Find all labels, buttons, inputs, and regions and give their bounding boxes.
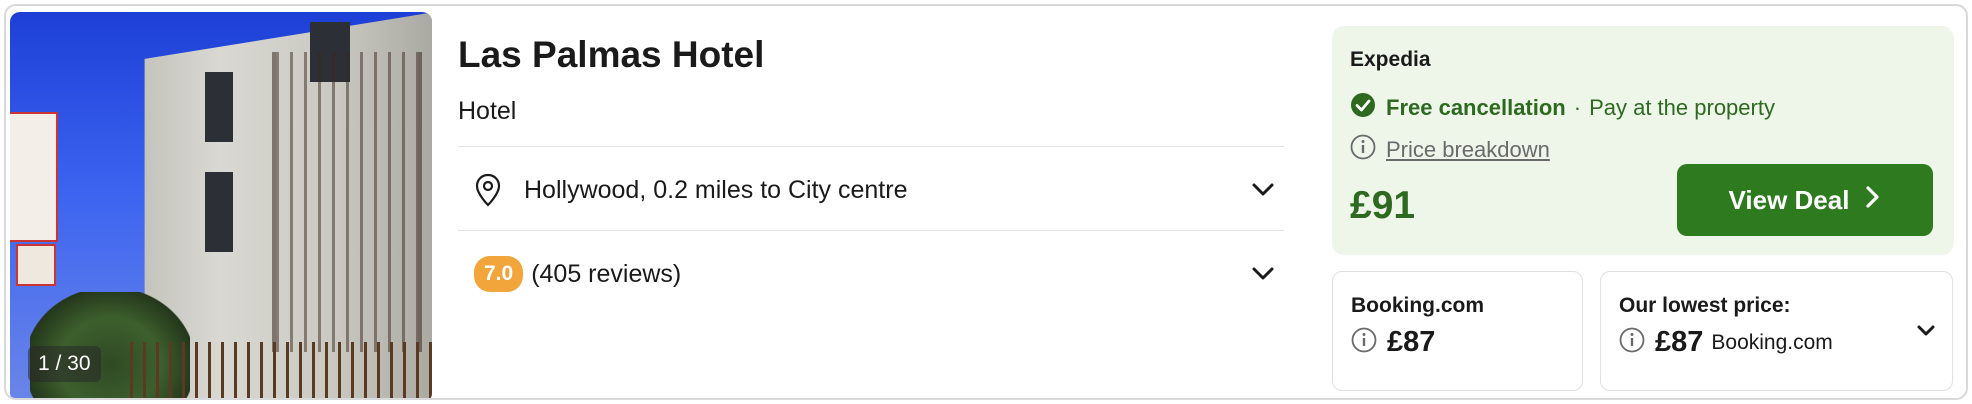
check-circle-icon	[1350, 92, 1376, 124]
photo-fire-escape	[272, 52, 422, 352]
photo-fence	[130, 342, 432, 398]
price-breakdown-link[interactable]: Price breakdown	[1386, 137, 1550, 163]
rating-badge: 7.0	[474, 256, 524, 292]
free-cancellation: Free cancellation	[1386, 95, 1566, 120]
offer-price: £87	[1387, 326, 1436, 358]
pay-note: Pay at the property	[1589, 95, 1775, 120]
booking-offer[interactable]: Booking.com £87	[1332, 271, 1583, 391]
info-icon	[1350, 134, 1376, 166]
lowest-price-label: Our lowest price:	[1619, 294, 1791, 317]
deal-price: £91	[1350, 184, 1416, 227]
photo-sign	[10, 112, 58, 242]
divider	[458, 146, 1284, 147]
view-deal-button[interactable]: View Deal	[1677, 164, 1933, 236]
location-pin-icon	[458, 173, 518, 207]
price-breakdown[interactable]: Price breakdown	[1350, 134, 1550, 166]
deal-provider: Expedia	[1350, 48, 1431, 71]
info-icon[interactable]	[1619, 327, 1645, 358]
lowest-price-source: Booking.com	[1711, 330, 1833, 354]
hotel-card: 1 / 30 Las Palmas Hotel Hotel Hollywood,…	[4, 4, 1968, 400]
separator-dot: ·	[1573, 95, 1582, 120]
featured-deal: Expedia Free cancellation · Pay at the p…	[1332, 26, 1954, 255]
offer-provider: Booking.com	[1351, 294, 1485, 317]
lowest-price-value: £87	[1655, 326, 1704, 358]
hotel-name[interactable]: Las Palmas Hotel	[458, 34, 764, 76]
cancellation-info: Free cancellation · Pay at the property	[1350, 92, 1775, 124]
location-row[interactable]: Hollywood, 0.2 miles to City centre	[458, 150, 1284, 230]
photo-sign-small	[16, 244, 56, 286]
lowest-price-row: £87 Booking.com	[1619, 326, 1833, 359]
chevron-down-icon[interactable]	[1914, 318, 1938, 347]
offer-price-row: £87	[1351, 326, 1435, 359]
chevron-down-icon[interactable]	[1250, 260, 1276, 291]
review-count: (405 reviews)	[531, 259, 682, 288]
chevron-down-icon[interactable]	[1250, 176, 1276, 207]
hotel-photo[interactable]: 1 / 30	[10, 12, 432, 398]
view-deal-label: View Deal	[1728, 184, 1850, 215]
reviews-row[interactable]: 7.0 (405 reviews)	[458, 234, 1284, 314]
info-icon[interactable]	[1351, 327, 1377, 358]
divider	[458, 230, 1284, 231]
location-text: Hollywood, 0.2 miles to City centre	[524, 175, 908, 204]
hotel-type: Hotel	[458, 97, 517, 125]
photo-window	[205, 72, 233, 142]
photo-window	[205, 172, 233, 252]
photo-counter: 1 / 30	[28, 346, 101, 382]
chevron-right-icon	[1865, 185, 1881, 216]
lowest-price-offer[interactable]: Our lowest price: £87 Booking.com	[1600, 271, 1953, 391]
